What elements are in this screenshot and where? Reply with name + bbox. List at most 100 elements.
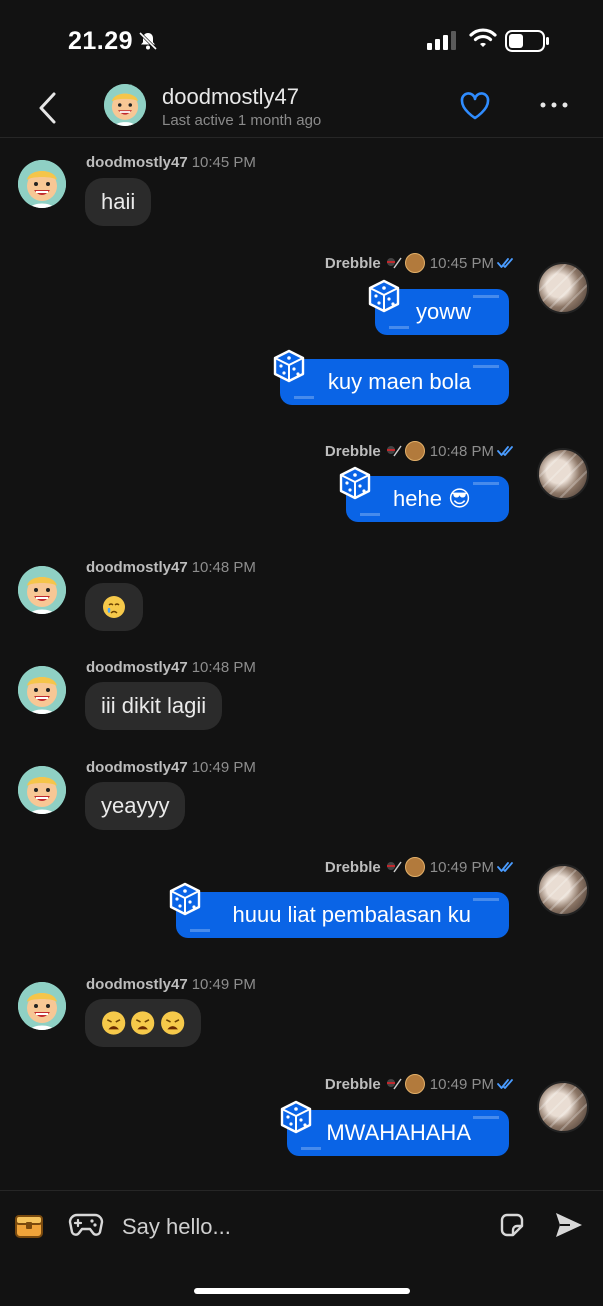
message-header: doodmostly47 10:49 PM	[86, 759, 256, 776]
dice-icon	[272, 349, 306, 383]
crying-face-icon	[103, 596, 125, 618]
bubble-decoration	[389, 320, 409, 329]
weary-face-icon	[160, 1011, 184, 1035]
dice-icon	[367, 279, 401, 313]
message-text: yoww	[415, 299, 471, 324]
bubble-decoration	[473, 482, 499, 499]
avatar[interactable]	[537, 262, 589, 314]
message-composer	[0, 1190, 603, 1261]
timestamp: 10:49 PM	[191, 759, 256, 776]
chest-badge-icon	[404, 441, 425, 461]
avatar-photo	[539, 1083, 587, 1131]
avatar[interactable]	[18, 160, 66, 208]
heart-button[interactable]	[459, 91, 491, 121]
bubble-decoration	[301, 1141, 321, 1150]
sender-name[interactable]: doodmostly47	[86, 659, 188, 676]
gamepad-icon[interactable]	[68, 1210, 104, 1238]
sender-name[interactable]: doodmostly47	[86, 759, 188, 776]
timestamp: 10:48 PM	[191, 659, 256, 676]
face-avatar-icon	[18, 766, 66, 814]
message-bubble[interactable]	[85, 999, 201, 1047]
message-header: Drebble 10:49 PM	[325, 1074, 517, 1094]
bubble-decoration	[473, 898, 499, 915]
message-bubble[interactable]: iii dikit lagii	[85, 682, 223, 730]
message-bubble[interactable]	[85, 583, 143, 631]
message-bubble[interactable]: huuu liat pembalasan ku	[176, 892, 509, 938]
avatar[interactable]	[18, 982, 66, 1030]
ninja-badge-icon	[384, 860, 402, 874]
face-avatar-icon	[18, 666, 66, 714]
message-text: kuy maen bola	[327, 369, 471, 394]
timestamp: 10:49 PM	[191, 976, 256, 993]
sticker-icon[interactable]	[498, 1211, 526, 1239]
message-header: Drebble 10:48 PM	[325, 441, 517, 461]
timestamp: 10:48 PM	[429, 442, 494, 460]
avatar-photo	[539, 866, 587, 914]
message-bubble[interactable]: kuy maen bola	[280, 359, 509, 405]
status-time: 21.29	[68, 27, 134, 55]
bubble-decoration	[473, 1116, 499, 1133]
sender-name[interactable]: Drebble	[325, 443, 381, 460]
message-text: huuu liat pembalasan ku	[232, 902, 472, 927]
more-options-button[interactable]	[540, 101, 568, 109]
back-button[interactable]	[36, 90, 60, 126]
ninja-badge-icon	[384, 444, 402, 458]
avatar[interactable]	[537, 1081, 589, 1133]
wifi-icon	[469, 28, 497, 47]
bell-muted-icon	[138, 31, 158, 51]
chest-badge-icon	[404, 253, 425, 273]
sender-name[interactable]: doodmostly47	[86, 559, 188, 576]
avatar[interactable]	[18, 666, 66, 714]
message-bubble[interactable]: MWAHAHAHA	[287, 1110, 509, 1156]
message-header: doodmostly47 10:48 PM	[86, 559, 256, 576]
sender-name[interactable]: Drebble	[325, 1076, 381, 1093]
sender-name[interactable]: Drebble	[325, 859, 381, 876]
timestamp: 10:48 PM	[191, 559, 256, 576]
message-input[interactable]	[120, 1209, 484, 1245]
message-bubble[interactable]: yoww	[375, 289, 509, 335]
timestamp: 10:45 PM	[191, 154, 256, 171]
timestamp: 10:45 PM	[429, 254, 494, 272]
last-active-status: Last active 1 month ago	[162, 112, 322, 129]
message-header: Drebble 10:49 PM	[325, 857, 517, 877]
avatar[interactable]	[537, 864, 589, 916]
chest-badge-icon	[404, 1074, 425, 1094]
timestamp: 10:49 PM	[429, 1075, 494, 1093]
signal-icon	[427, 31, 456, 50]
avatar-photo	[539, 264, 587, 312]
face-avatar-icon	[104, 84, 146, 126]
avatar[interactable]	[18, 566, 66, 614]
dice-icon	[279, 1100, 313, 1134]
message-header: doodmostly47 10:45 PM	[86, 154, 256, 171]
message-bubble[interactable]: yeayyy	[85, 782, 186, 830]
bubble-decoration	[473, 365, 499, 382]
sender-name[interactable]: doodmostly47	[86, 154, 188, 171]
bubble-decoration	[360, 507, 380, 516]
ninja-badge-icon	[384, 256, 402, 270]
message-header: Drebble 10:45 PM	[325, 253, 517, 273]
battery-icon	[505, 30, 549, 52]
message-header: doodmostly47 10:49 PM	[86, 976, 256, 993]
treasure-chest-icon[interactable]	[14, 1210, 44, 1240]
read-receipt-icon	[497, 445, 517, 457]
bubble-decoration	[294, 390, 314, 399]
sender-name[interactable]: Drebble	[325, 255, 381, 272]
message-bubble[interactable]: hehe 😎	[346, 476, 509, 522]
chat-partner-name[interactable]: doodmostly47	[162, 84, 299, 110]
avatar-photo	[539, 450, 587, 498]
weary-face-icon	[131, 1011, 155, 1035]
face-avatar-icon	[18, 160, 66, 208]
avatar[interactable]	[537, 448, 589, 500]
sender-name[interactable]: doodmostly47	[86, 976, 188, 993]
face-avatar-icon	[18, 566, 66, 614]
message-bubble[interactable]: haii	[85, 178, 152, 226]
send-icon[interactable]	[554, 1211, 584, 1239]
face-avatar-icon	[18, 982, 66, 1030]
home-indicator[interactable]	[194, 1288, 410, 1294]
avatar[interactable]	[18, 766, 66, 814]
ninja-badge-icon	[384, 1077, 402, 1091]
dice-icon	[338, 466, 372, 500]
chat-header: doodmostly47 Last active 1 month ago	[0, 80, 603, 138]
status-bar: 21.29	[0, 0, 603, 80]
header-avatar[interactable]	[104, 84, 146, 126]
